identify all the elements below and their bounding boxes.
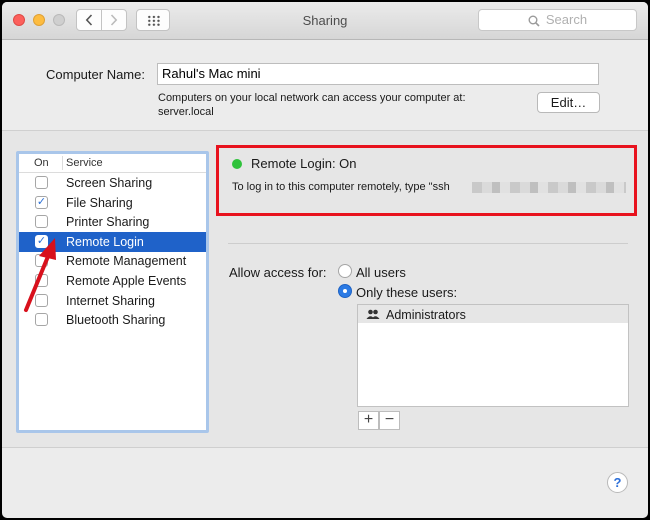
column-header-on[interactable]: On: [34, 157, 49, 169]
search-placeholder: Search: [545, 12, 588, 27]
title-bar: Sharing Search: [2, 2, 648, 40]
service-row[interactable]: ✓ File Sharing: [19, 193, 206, 213]
status-highlight-box: Remote Login: On To log in to this compu…: [216, 145, 637, 216]
status-indicator-icon: [232, 159, 242, 169]
options-separator: [228, 243, 628, 244]
local-address-text: Computers on your local network can acce…: [158, 92, 466, 104]
computer-name-label: Computer Name:: [46, 67, 145, 82]
service-row[interactable]: Printer Sharing: [19, 212, 206, 232]
user-group-label: Administrators: [386, 308, 466, 322]
service-label: Remote Login: [66, 234, 144, 249]
service-label: Remote Management: [66, 254, 187, 269]
group-icon: [366, 309, 380, 319]
all-users-radio[interactable]: [338, 264, 352, 278]
all-users-label[interactable]: All users: [356, 265, 406, 280]
service-checkbox[interactable]: ✓: [35, 195, 48, 209]
column-header-service[interactable]: Service: [66, 157, 103, 169]
header-separator: [62, 156, 63, 170]
status-title: Remote Login: On: [251, 156, 357, 171]
only-these-users-label[interactable]: Only these users:: [356, 285, 457, 300]
service-label: Printer Sharing: [66, 215, 150, 230]
remove-user-button[interactable]: −: [379, 411, 400, 430]
service-row[interactable]: Screen Sharing: [19, 173, 206, 193]
service-label: File Sharing: [66, 195, 133, 210]
redacted-address: [472, 182, 626, 193]
local-address-note: Computers on your local network can acce…: [158, 91, 466, 119]
service-label: Bluetooth Sharing: [66, 313, 166, 328]
service-label: Screen Sharing: [66, 176, 153, 190]
sharing-window: Sharing Search Computer Name: Rahul's Ma…: [2, 2, 648, 518]
computer-name-field[interactable]: Rahul's Mac mini: [157, 63, 599, 85]
edit-button[interactable]: Edit…: [537, 92, 600, 113]
search-icon: [528, 15, 540, 27]
service-checkbox[interactable]: [35, 176, 48, 189]
service-checkbox[interactable]: [35, 313, 48, 327]
service-checkbox[interactable]: [35, 215, 48, 229]
footer-divider: [2, 447, 648, 448]
status-description: To log in to this computer remotely, typ…: [232, 181, 450, 193]
allow-access-label: Allow access for:: [229, 265, 327, 280]
red-arrow-annotation: [24, 238, 56, 312]
search-field[interactable]: Search: [478, 9, 637, 31]
users-list: Administrators: [357, 304, 629, 407]
service-label: Remote Apple Events: [66, 274, 187, 288]
add-user-button[interactable]: +: [358, 411, 379, 430]
users-list-item[interactable]: Administrators: [358, 305, 628, 323]
service-label: Internet Sharing: [66, 293, 155, 308]
local-hostname: server.local: [158, 106, 214, 118]
service-list-header: On Service: [19, 154, 206, 173]
help-button[interactable]: ?: [607, 472, 628, 493]
only-these-users-radio[interactable]: [338, 284, 352, 298]
